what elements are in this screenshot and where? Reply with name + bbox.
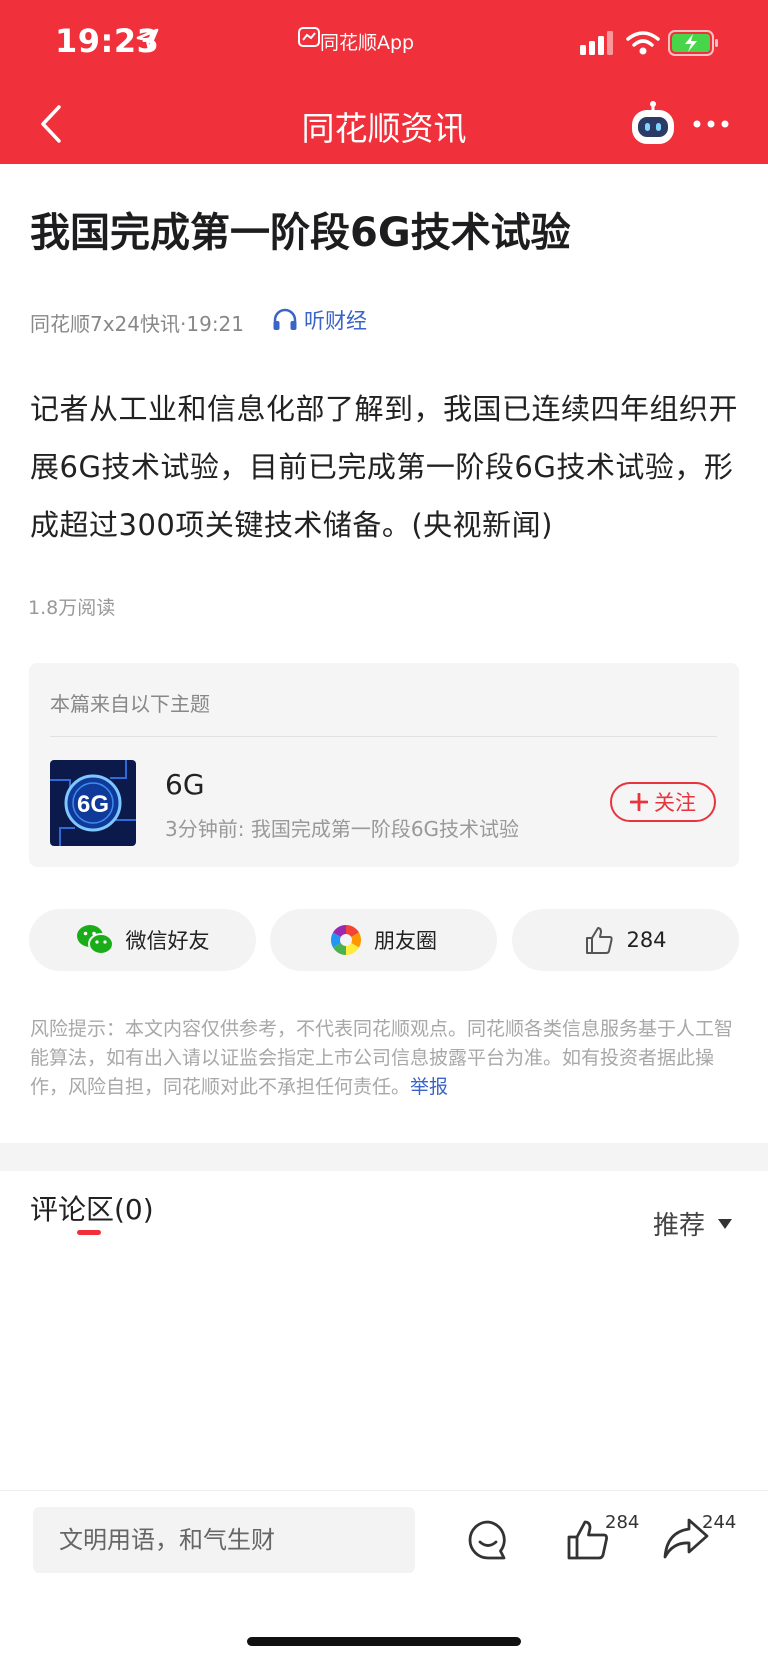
comment-bubble-icon[interactable] <box>467 1519 509 1561</box>
risk-text: 风险提示：本文内容仅供参考，不代表同花顺观点。同花顺各类信息服务基于人工智能算法… <box>30 1018 734 1098</box>
like-button[interactable]: 284 <box>512 909 739 971</box>
dropdown-caret-icon <box>718 1218 733 1229</box>
bottom-bar-divider <box>0 1490 768 1491</box>
section-separator <box>0 1143 768 1171</box>
share-wechat-button[interactable]: 微信好友 <box>29 909 256 971</box>
wechat-icon <box>76 925 114 955</box>
topic-name[interactable]: 6G <box>165 768 205 801</box>
follow-button[interactable]: 关注 <box>610 782 716 822</box>
article-body: 记者从工业和信息化部了解到，我国已连续四年组织开展6G技术试验，目前已完成第一阶… <box>30 392 739 542</box>
report-link[interactable]: 举报 <box>410 1076 448 1098</box>
comment-sort-dropdown[interactable]: 推荐 <box>653 1205 733 1242</box>
ths-app-logo-icon <box>298 27 320 47</box>
follow-label: 关注 <box>654 791 696 815</box>
listen-label: 听财经 <box>304 309 367 333</box>
read-count: 1.8万阅读 <box>28 597 116 619</box>
topic-latest-update: 3分钟前: 我国完成第一阶段6G技术试验 <box>165 817 520 841</box>
headphones-icon <box>273 308 297 330</box>
topic-image[interactable]: 6G <box>50 760 136 846</box>
location-arrow-icon <box>136 28 159 51</box>
bottom-share-count: 244 <box>702 1512 737 1533</box>
article-source-time: 同花顺7x24快讯·19:21 <box>30 312 245 336</box>
bottom-like-icon[interactable] <box>566 1519 610 1561</box>
bottom-like-count: 284 <box>605 1512 640 1533</box>
like-count: 284 <box>626 928 667 952</box>
robot-assistant-icon[interactable] <box>628 101 678 147</box>
sort-label: 推荐 <box>653 1211 706 1241</box>
share-wechat-label: 微信好友 <box>125 929 210 953</box>
topic-divider <box>50 736 717 737</box>
moments-icon <box>330 925 362 955</box>
status-app-label: 同花顺App <box>320 32 415 54</box>
cellular-icon <box>580 31 613 55</box>
plus-icon <box>630 793 648 811</box>
topic-6g-graphic: 6G <box>50 760 136 846</box>
comments-tab[interactable]: 评论区(0) <box>30 1188 154 1228</box>
wifi-icon <box>626 31 660 55</box>
share-moments-label: 朋友圈 <box>374 929 437 953</box>
risk-notice: 风险提示：本文内容仅供参考，不代表同花顺观点。同花顺各类信息服务基于人工智能算法… <box>30 1015 742 1102</box>
comment-input[interactable] <box>33 1507 415 1573</box>
article-title: 我国完成第一阶段6G技术试验 <box>30 210 571 256</box>
battery-charging-icon <box>668 30 718 56</box>
topic-card-header: 本篇来自以下主题 <box>50 692 210 716</box>
listen-button[interactable]: 听财经 <box>272 305 367 335</box>
topic-image-label: 6G <box>77 791 109 818</box>
comments-tab-indicator <box>77 1230 101 1235</box>
more-dots-icon[interactable] <box>692 116 730 132</box>
share-moments-button[interactable]: 朋友圈 <box>270 909 497 971</box>
home-indicator <box>247 1637 521 1646</box>
thumbs-up-icon <box>586 927 614 954</box>
